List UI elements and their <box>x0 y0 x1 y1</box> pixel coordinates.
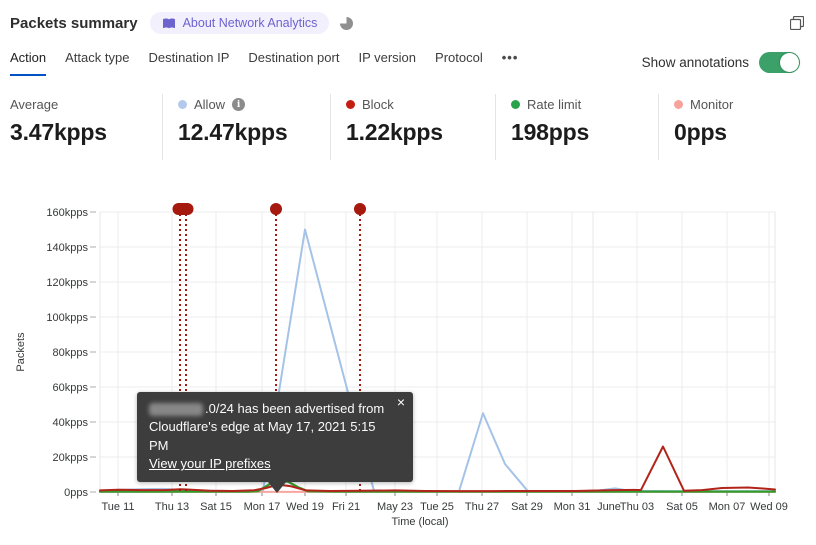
x-tick-label: Wed 09 <box>750 501 788 513</box>
x-axis-title: Time (local) <box>391 516 448 528</box>
stat-card: Average i 3.47kpps <box>10 94 162 160</box>
stat-card: Rate limit i 198pps <box>495 94 658 160</box>
restore-window-icon[interactable] <box>789 15 805 31</box>
x-tick-label: Thu 27 <box>465 501 499 513</box>
annotation-marker[interactable] <box>354 203 366 215</box>
x-tick-label: Mon 31 <box>554 501 591 513</box>
y-tick-label: 40kpps <box>53 417 89 429</box>
header: Packets summary About Network Analytics <box>10 8 805 38</box>
chart-canvas: 0pps 20kpps 40kpps 60kpps 80kpps 100kpps 120kp… <box>15 203 788 528</box>
stat-label: Block <box>362 97 394 112</box>
show-annotations-label: Show annotations <box>641 55 749 70</box>
stat-label: Monitor <box>690 97 734 112</box>
y-tick-label: 80kpps <box>53 347 89 359</box>
redacted-ip-prefix <box>149 403 203 417</box>
annotation-marker[interactable] <box>172 203 194 215</box>
legend-dot <box>674 100 683 109</box>
stat-card: Allow i 12.47kpps <box>162 94 330 160</box>
y-tick-label: 60kpps <box>53 382 89 394</box>
tab[interactable]: IP version <box>358 50 416 76</box>
legend-dot <box>178 100 187 109</box>
annotations-toggle[interactable] <box>759 52 800 73</box>
stat-card: Block i 1.22kpps <box>330 94 495 160</box>
x-tick-label: Sat 05 <box>666 501 698 513</box>
tab-label: IP version <box>358 50 417 65</box>
y-tick-label: 140kpps <box>46 242 88 254</box>
tooltip-line1: .0/24 has been advertised from <box>149 400 387 418</box>
y-tick-label: 160kpps <box>46 207 88 219</box>
x-tick-label: Sat 29 <box>511 501 543 513</box>
y-axis-title: Packets <box>15 332 27 372</box>
dimension-tabs: Action Attack type Destination IP Destin… <box>10 50 518 76</box>
book-icon <box>162 17 176 30</box>
tab[interactable]: Action <box>10 50 47 76</box>
y-tick-label: 120kpps <box>46 277 88 289</box>
x-tick-label: Mon 17 <box>244 501 281 513</box>
x-tick-label: Fri 21 <box>332 501 360 513</box>
tooltip-line2: Cloudflare's edge at May 17, 2021 5:15 P… <box>149 419 376 453</box>
tooltip-caret <box>268 481 286 493</box>
stat-value: 198pps <box>511 119 590 145</box>
stat-label: Average <box>10 97 59 112</box>
pie-icon[interactable] <box>340 16 354 30</box>
stat-label: Allow <box>194 97 226 112</box>
legend-dot <box>511 100 520 109</box>
stat-value: 3.47kpps <box>10 119 107 145</box>
legend-dot <box>346 100 355 109</box>
x-tick-label: Tue 11 <box>101 501 134 513</box>
badge-label: About Network Analytics <box>182 16 318 30</box>
tab-label: ••• <box>501 50 519 65</box>
annotation-marker[interactable] <box>270 203 282 215</box>
annotation-tooltip: .0/24 has been advertised from Cloudflar… <box>137 392 413 493</box>
x-tick-label: Thu 13 <box>155 501 189 513</box>
tab[interactable]: Protocol <box>435 50 483 76</box>
tab-label: Attack type <box>65 50 130 65</box>
network-analytics-panel: Packets summary About Network Analytics … <box>0 0 816 545</box>
about-network-analytics-badge[interactable]: About Network Analytics <box>149 12 330 34</box>
stat-value: 0pps <box>674 119 727 145</box>
stat-card: Monitor i 0pps <box>658 94 808 160</box>
x-tick-label: Tue 25 <box>420 501 454 513</box>
info-icon[interactable]: i <box>232 98 246 111</box>
x-tick-label: May 23 <box>377 501 413 513</box>
tab-label: Action <box>10 50 47 65</box>
x-tick-label: Wed 19 <box>286 501 324 513</box>
stat-value: 1.22kpps <box>346 119 443 145</box>
page-title: Packets summary <box>10 14 138 32</box>
tab[interactable]: Destination IP <box>148 50 229 76</box>
show-annotations-control: Show annotations <box>642 52 800 73</box>
stat-value: 12.47kpps <box>178 119 288 145</box>
month-label: June <box>597 501 621 513</box>
close-icon[interactable]: × <box>397 395 405 409</box>
view-ip-prefixes-link[interactable]: View your IP prefixes <box>149 456 271 471</box>
x-tick-label: Mon 07 <box>709 501 746 513</box>
x-tick-label: Sat 15 <box>200 501 232 513</box>
tab[interactable]: Attack type <box>65 50 129 76</box>
y-tick-label: 20kpps <box>53 452 89 464</box>
tab[interactable]: Destination port <box>248 50 339 76</box>
packets-chart: 0pps 20kpps 40kpps 60kpps 80kpps 100kpps 120kp… <box>0 190 816 545</box>
tab-label: Destination port <box>248 50 340 65</box>
y-tick-label: 0pps <box>64 487 88 499</box>
x-tick-label: Thu 03 <box>620 501 654 513</box>
y-tick-label: 100kpps <box>46 312 88 324</box>
stats-row: Average i 3.47kpps Allow i 12.47kpps Blo… <box>10 94 808 160</box>
stat-label: Rate limit <box>527 97 582 112</box>
tab-label: Destination IP <box>148 50 230 65</box>
toggle-knob <box>780 53 799 72</box>
tab-label: Protocol <box>435 50 483 65</box>
tab[interactable]: ••• <box>502 50 519 76</box>
